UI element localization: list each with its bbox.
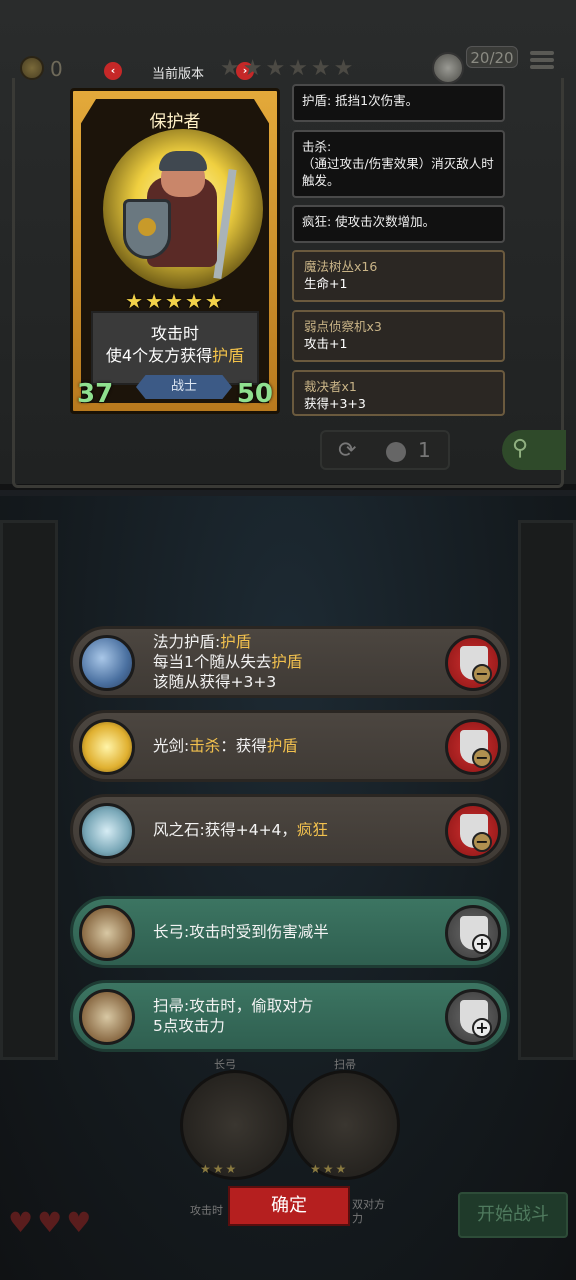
minus-icon: − — [472, 832, 492, 852]
minus-icon: − — [472, 748, 492, 768]
slot-stars: ★★★ — [310, 1162, 349, 1176]
version-stars: ★★★★★★ — [220, 56, 357, 81]
equip-button[interactable]: + — [445, 905, 501, 961]
shield-icon — [123, 199, 171, 259]
slot-label: 力 — [352, 1212, 363, 1225]
mana-shield-icon — [79, 635, 135, 691]
coin-count: 0 — [50, 57, 63, 81]
unequip-button[interactable]: − — [445, 719, 501, 775]
card-stars: ★★★★★ — [125, 289, 225, 313]
card-frame: 保护者 ★★★★★ 攻击时 使4个友方获得护盾 战士 — [81, 99, 269, 403]
card-health: 50 — [236, 379, 273, 409]
menu-icon[interactable] — [530, 48, 554, 74]
equipment-desc: 法力护盾:护盾 每当1个随从失去护盾 该随从获得+3+3 — [153, 633, 303, 691]
confirm-button[interactable]: 确定 — [228, 1186, 350, 1226]
minion-count: 20/20 — [466, 46, 518, 68]
card-ability-text: 攻击时 使4个友方获得护盾 — [91, 311, 259, 385]
player-avatar[interactable] — [432, 52, 464, 84]
item-bonus-2: 弱点侦察机x3 攻击+1 — [292, 310, 505, 362]
minion-card: 保护者 ★★★★★ 攻击时 使4个友方获得护盾 战士 37 50 — [70, 88, 280, 414]
version-prev-button[interactable]: ‹ — [104, 62, 122, 80]
slot-stars: ★★★ — [200, 1162, 239, 1176]
equipment-row-longbow: 长弓:攻击时受到伤害减半 + — [70, 896, 510, 968]
lives-hearts: ♥♥♥ — [8, 1206, 96, 1239]
search-icon: ⚲ — [512, 436, 529, 461]
minus-icon: − — [472, 664, 492, 684]
equipment-desc: 光剑:击杀：获得护盾 — [153, 737, 298, 755]
plus-icon: + — [472, 1018, 492, 1038]
lightsaber-icon — [79, 719, 135, 775]
reroll-button[interactable]: ⟳ 1 — [320, 430, 450, 470]
card-class-banner: 战士 — [136, 375, 232, 399]
card-attack: 37 — [77, 379, 114, 409]
equipment-row-mana-shield: 法力护盾:护盾 每当1个随从失去护盾 该随从获得+3+3 − — [70, 626, 510, 698]
equipment-row-wind-stone: 风之石:获得+4+4，疯狂 − — [70, 794, 510, 866]
refresh-icon: ⟳ — [338, 438, 357, 463]
item-bonus-1: 魔法树丛x16 生命+1 — [292, 250, 505, 302]
start-battle-button[interactable]: 开始战斗 — [458, 1192, 568, 1238]
unequip-button[interactable]: − — [445, 803, 501, 859]
item-bonus-3: 裁决者x1 获得+3+3 — [292, 370, 505, 416]
left-pillar — [0, 520, 58, 1060]
unequip-button[interactable]: − — [445, 635, 501, 691]
plus-icon: + — [472, 934, 492, 954]
equipment-row-lightsaber: 光剑:击杀：获得护盾 − — [70, 710, 510, 782]
equipment-desc: 扫帚:攻击时，偷取对方 5点攻击力 — [153, 997, 314, 1035]
coin-icon — [386, 442, 406, 462]
keyword-desc-kill: 击杀: （通过攻击/伤害效果）消灭敌人时触发。 — [292, 130, 505, 198]
wind-stone-icon — [79, 803, 135, 859]
coin-icon — [20, 56, 44, 80]
equip-button[interactable]: + — [445, 989, 501, 1045]
broom-icon — [79, 989, 135, 1045]
keyword-desc-frenzy: 疯狂: 使攻击次数增加。 — [292, 205, 505, 243]
slot-top-label: 长弓 — [214, 1058, 236, 1071]
keyword-shield: 护盾 — [212, 346, 245, 365]
right-pillar — [518, 520, 576, 1060]
equipment-desc: 长弓:攻击时受到伤害减半 — [153, 923, 329, 941]
knight-portrait — [103, 129, 263, 289]
equipment-desc: 风之石:获得+4+4，疯狂 — [153, 821, 328, 839]
equipment-row-broom: 扫帚:攻击时，偷取对方 5点攻击力 + — [70, 980, 510, 1052]
slot-top-label: 扫帚 — [334, 1058, 356, 1071]
keyword-desc-shield: 护盾: 抵挡1次伤害。 — [292, 84, 505, 122]
slot-label: 攻击时 — [190, 1204, 223, 1217]
version-label: 当前版本 — [152, 67, 205, 82]
search-button[interactable]: ⚲ — [502, 430, 566, 470]
reroll-cost: 1 — [418, 438, 431, 462]
longbow-icon — [79, 905, 135, 961]
card-name: 保护者 — [149, 112, 201, 132]
sun-emblem-icon — [138, 218, 156, 236]
minion-detail-panel: 0 ‹ 当前版本 › ★★★★★★ 20/20 保护者 ★★★★★ 攻击时 使4… — [0, 0, 576, 490]
equipment-area — [0, 496, 576, 1280]
